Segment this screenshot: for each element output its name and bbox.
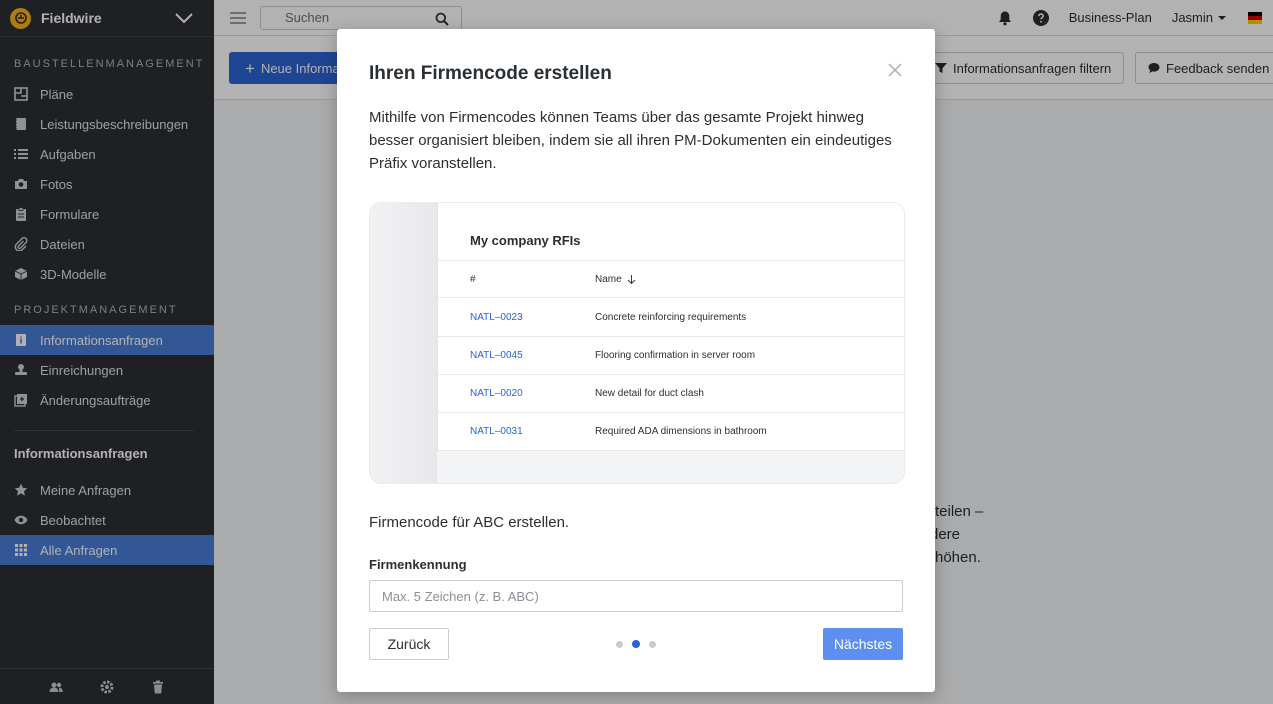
back-button[interactable]: Zurück bbox=[369, 628, 449, 660]
preview-panel: My company RFIs # Name NATL–0023 Concrete… bbox=[437, 203, 904, 451]
company-code-dialog: Ihren Firmencode erstellen Mithilfe von … bbox=[337, 29, 935, 692]
close-icon[interactable] bbox=[888, 63, 902, 77]
step-dot bbox=[649, 640, 656, 648]
preview-divider bbox=[438, 260, 904, 261]
preview-table-row: NATL–0031 Required ADA dimensions in bath… bbox=[438, 412, 904, 450]
preview-col-name-label: Name bbox=[595, 274, 622, 285]
preview-title: My company RFIs bbox=[470, 233, 581, 248]
preview-table-row: NATL–0045 Flooring confirmation in server… bbox=[438, 336, 904, 374]
dialog-description: Mithilfe von Firmencodes können Teams üb… bbox=[369, 109, 892, 172]
create-code-subline: Firmencode für ABC erstellen. bbox=[369, 514, 570, 531]
preview-rfi-id: NATL–0031 bbox=[470, 426, 523, 437]
sort-arrow-down-icon bbox=[627, 275, 636, 284]
preview-col-id: # bbox=[470, 274, 476, 285]
preview-rfi-name: Flooring confirmation in server room bbox=[595, 350, 756, 361]
dialog-title: Ihren Firmencode erstellen bbox=[369, 63, 612, 84]
company-id-label: Firmenkennung bbox=[369, 557, 467, 572]
step-dot bbox=[616, 640, 623, 648]
company-id-input[interactable] bbox=[369, 580, 903, 612]
step-dot bbox=[632, 640, 640, 648]
preview-table-row: NATL–0020 New detail for duct clash bbox=[438, 374, 904, 412]
preview-rfi-id: NATL–0020 bbox=[470, 388, 523, 399]
step-indicator bbox=[616, 640, 665, 648]
preview-sidebar bbox=[370, 203, 437, 483]
preview-rfi-id: NATL–0045 bbox=[470, 350, 523, 361]
preview-rfi-name: New detail for duct clash bbox=[595, 388, 704, 399]
preview-table-row: NATL–0023 Concrete reinforcing requiremen… bbox=[438, 298, 904, 336]
next-button[interactable]: Nächstes bbox=[823, 628, 903, 660]
example-preview-image: My company RFIs # Name NATL–0023 Concrete… bbox=[369, 202, 905, 484]
preview-rfi-id: NATL–0023 bbox=[470, 312, 523, 323]
preview-col-name: Name bbox=[595, 274, 636, 285]
preview-rfi-name: Concrete reinforcing requirements bbox=[595, 312, 747, 323]
preview-rfi-name: Required ADA dimensions in bathroom bbox=[595, 426, 767, 437]
preview-divider bbox=[438, 450, 904, 451]
